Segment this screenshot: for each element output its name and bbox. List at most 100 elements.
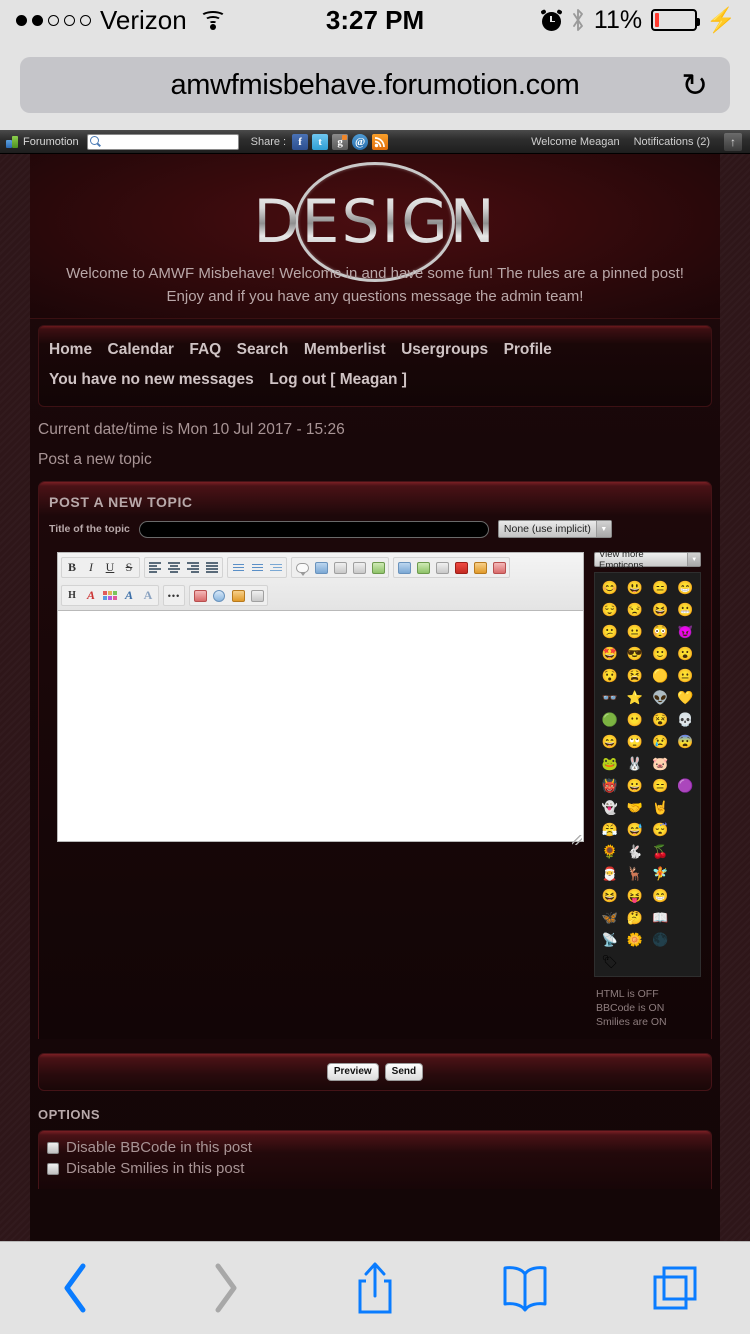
collapse-toolbar-icon[interactable]: ↑ [724,132,742,151]
emoticon-item[interactable]: 🐷 [652,755,669,772]
emoticon-item[interactable]: 😕 [601,623,618,640]
align-right-icon[interactable] [184,559,202,576]
googleplus-icon[interactable]: g [332,133,349,150]
quote-icon[interactable] [293,559,311,576]
emoticon-item[interactable]: 🌑 [652,931,669,948]
emoticon-item[interactable]: 😑 [652,777,669,794]
url-bar[interactable]: amwfmisbehave.forumotion.com ↻ [20,57,730,113]
preview-button[interactable]: Preview [326,1063,379,1081]
emoticon-item[interactable]: 🟢 [601,711,618,728]
hide-icon[interactable] [350,559,368,576]
emoticon-item[interactable]: 🤘 [652,799,669,816]
emoticon-item[interactable]: 😴 [652,821,669,838]
emoticon-item[interactable]: 🧚 [652,865,669,882]
forumotion-search-box[interactable] [86,133,239,150]
emoticon-item[interactable]: 🐇 [626,843,643,860]
highlight-icon[interactable] [490,559,508,576]
paste-icon[interactable] [229,587,247,604]
upload-image-icon[interactable] [414,559,432,576]
align-justify-icon[interactable] [203,559,221,576]
emoticon-item[interactable]: 😁 [652,887,669,904]
rss-icon[interactable] [372,133,389,150]
nav-link-faq[interactable]: FAQ [189,341,221,358]
forumotion-brand[interactable]: Forumotion [6,135,79,148]
post-new-topic-link[interactable]: Post a new topic [30,439,720,481]
nav-link-memberlist[interactable]: Memberlist [304,341,386,358]
emoticon-item[interactable]: 🍒 [652,843,669,860]
search-editor-icon[interactable] [210,587,228,604]
emoticon-item[interactable]: 😊 [601,579,618,596]
emoticon-item[interactable]: 👻 [601,799,618,816]
align-center-icon[interactable] [165,559,183,576]
emoticon-item[interactable]: 😤 [601,821,618,838]
italic-icon[interactable]: I [82,559,100,576]
emoticon-item[interactable]: 🤝 [626,799,643,816]
email-icon[interactable]: @ [352,133,369,150]
emoticon-item[interactable]: 😬 [677,601,694,618]
emoticon-item[interactable]: 🐰 [626,755,643,772]
checkbox-icon[interactable] [47,1141,59,1154]
emoticon-item[interactable]: 👹 [601,777,618,794]
emoticon-item[interactable]: 😨 [677,733,694,750]
search-input[interactable] [100,136,238,147]
nav-link-calendar[interactable]: Calendar [108,341,174,358]
checkbox-icon[interactable] [47,1162,59,1175]
emoticon-item[interactable]: 😁 [677,579,694,596]
view-more-emoticons-button[interactable]: View more Emoticons ▼ [594,549,701,571]
underline-icon[interactable]: U [101,559,119,576]
font-family-icon[interactable]: A [120,587,138,604]
emoticon-item[interactable]: 😮 [677,645,694,662]
emoticon-item[interactable]: 😫 [626,667,643,684]
notifications-link[interactable]: Notifications (2) [634,136,710,148]
emoticon-item[interactable]: 🦌 [626,865,643,882]
emoticon-item[interactable]: 🎅 [601,865,618,882]
back-button[interactable] [35,1258,115,1318]
emoticon-item[interactable]: 🟣 [677,777,694,794]
twitter-icon[interactable]: t [312,133,329,150]
emoticon-item[interactable]: 😅 [626,821,643,838]
reload-icon[interactable]: ↻ [681,69,708,101]
emoticon-item[interactable]: 🌼 [626,931,643,948]
emoticon-item[interactable]: 💛 [677,689,694,706]
emoticon-item[interactable]: 😈 [677,623,694,640]
numbered-list-icon[interactable] [248,559,266,576]
bold-icon[interactable]: B [63,559,81,576]
spoiler-icon[interactable] [331,559,349,576]
font-size-icon[interactable]: A [139,587,157,604]
flash-icon[interactable] [471,559,489,576]
emoticon-item[interactable]: 👓 [601,689,618,706]
emoticon-item[interactable]: 🙂 [652,645,669,662]
emoticon-item[interactable]: 📡 [601,931,618,948]
emoticon-item[interactable]: 🤩 [601,645,618,662]
emoticon-item[interactable]: 😐 [626,623,643,640]
share-button[interactable] [335,1258,415,1318]
emoticon-item[interactable]: 😄 [601,733,618,750]
emoticon-item[interactable]: 😝 [626,887,643,904]
strikethrough-icon[interactable]: S [120,559,138,576]
tabs-button[interactable] [635,1258,715,1318]
topic-icon-select[interactable]: None (use implicit) ▼ [497,520,612,538]
align-left-icon[interactable] [146,559,164,576]
emoticon-item[interactable]: 💀 [677,711,694,728]
emoticon-item[interactable]: 😵 [652,711,669,728]
emoticon-item[interactable]: 😃 [626,579,643,596]
emoticon-item[interactable]: 😆 [652,601,669,618]
url-text[interactable]: amwfmisbehave.forumotion.com [170,69,579,102]
emoticon-item[interactable]: 😳 [652,623,669,640]
emoticon-item[interactable]: 👽 [652,689,669,706]
emoticon-item[interactable]: 📖 [652,909,669,926]
emoticon-item[interactable]: 😌 [601,601,618,618]
emoticon-item[interactable]: 😢 [652,733,669,750]
emoticon-item[interactable]: 🌻 [601,843,618,860]
emoticon-item[interactable]: 🟡 [652,667,669,684]
facebook-icon[interactable]: f [292,133,309,150]
insert-image-icon[interactable] [395,559,413,576]
calendar-icon[interactable] [191,587,209,604]
emoticon-item[interactable]: 😀 [626,777,643,794]
youtube-icon[interactable] [452,559,470,576]
emoticon-item[interactable]: 🤔 [626,909,643,926]
nav-link-search[interactable]: Search [237,341,289,358]
nav-link-logout[interactable]: Log out [ Meagan ] [269,371,407,388]
textarea-resize-handle[interactable] [572,835,582,845]
heading-icon[interactable]: H [63,587,81,604]
